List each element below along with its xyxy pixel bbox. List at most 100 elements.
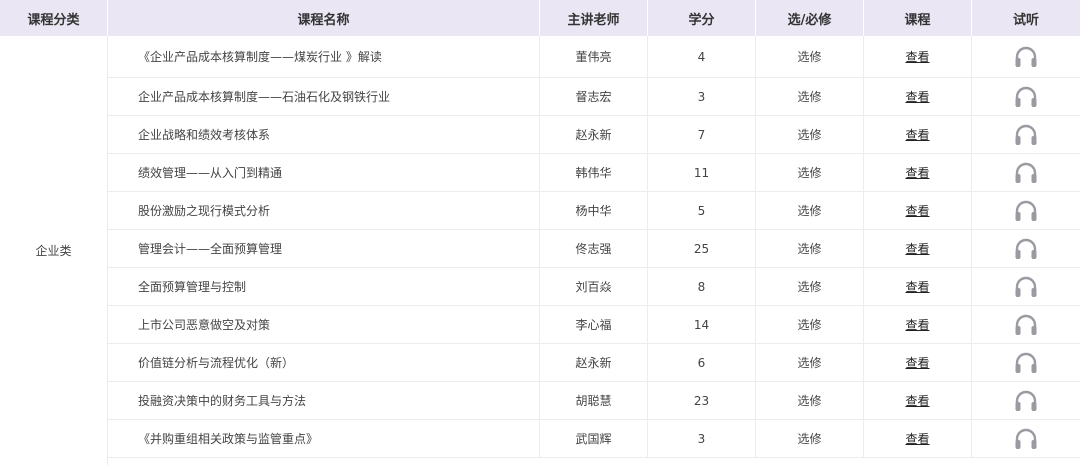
headphones-icon[interactable] (1013, 200, 1039, 222)
course-name: 全面预算管理与控制 (108, 268, 540, 305)
course-type: 选修 (756, 268, 864, 305)
view-cell: 查看 (864, 78, 972, 115)
table-row: 企业产品成本核算制度——石油石化及钢铁行业 督志宏 3 选修 查看 (108, 78, 1080, 116)
teacher-name: 李心福 (540, 306, 648, 343)
teacher-name: 赵永新 (540, 344, 648, 381)
course-name: 绩效管理——从入门到精通 (108, 154, 540, 191)
course-type: 选修 (756, 192, 864, 229)
view-link[interactable]: 查看 (905, 316, 929, 333)
table-row: 《并购重组相关政策与监管重点》 武国辉 3 选修 查看 (108, 420, 1080, 458)
listen-cell (972, 78, 1080, 115)
credit-value: 11 (648, 154, 756, 191)
table-row: 价值链分析与流程优化（新） 赵永新 6 选修 查看 (108, 344, 1080, 382)
headphones-icon[interactable] (1013, 86, 1039, 108)
course-type: 选修 (756, 344, 864, 381)
credit-value: 23 (648, 382, 756, 419)
credit-value: 6 (648, 344, 756, 381)
view-link[interactable]: 查看 (905, 430, 929, 447)
course-type: 选修 (756, 78, 864, 115)
teacher-name: 督志宏 (540, 78, 648, 115)
table-body: 企业类 《企业产品成本核算制度——煤炭行业 》解读 董伟亮 4 选修 查看 企业… (0, 36, 1080, 465)
view-link[interactable]: 查看 (905, 392, 929, 409)
teacher-name: 武国辉 (540, 420, 648, 457)
view-link[interactable]: 查看 (905, 88, 929, 105)
listen-cell (972, 154, 1080, 191)
credit-value: 7 (648, 116, 756, 153)
header-category: 课程分类 (0, 0, 108, 36)
course-type: 选修 (756, 154, 864, 191)
table-header: 课程分类 课程名称 主讲老师 学分 选/必修 课程 试听 (0, 0, 1080, 36)
header-course-name: 课程名称 (108, 0, 540, 36)
view-link[interactable]: 查看 (905, 48, 929, 65)
teacher-name: 赵永新 (540, 116, 648, 153)
course-type: 选修 (756, 116, 864, 153)
table-row: 《企业产品成本核算制度——煤炭行业 》解读 董伟亮 4 选修 查看 (108, 36, 1080, 78)
view-cell: 查看 (864, 344, 972, 381)
credit-value: 14 (648, 306, 756, 343)
view-cell: 查看 (864, 306, 972, 343)
header-credit: 学分 (648, 0, 756, 36)
course-type: 选修 (756, 382, 864, 419)
listen-cell (972, 230, 1080, 267)
teacher-name: 胡聪慧 (540, 382, 648, 419)
teacher-name: 刘百焱 (540, 268, 648, 305)
view-link[interactable]: 查看 (905, 354, 929, 371)
credit-value: 8 (648, 268, 756, 305)
headphones-icon[interactable] (1013, 162, 1039, 184)
header-listen: 试听 (1012, 12, 1039, 28)
view-link[interactable]: 查看 (905, 278, 929, 295)
course-name: 股份激励之现行模式分析 (108, 192, 540, 229)
headphones-icon[interactable] (1013, 352, 1039, 374)
table-row: 投融资决策中的财务工具与方法 胡聪慧 23 选修 查看 (108, 382, 1080, 420)
view-link[interactable]: 查看 (905, 164, 929, 181)
course-type: 选修 (756, 36, 864, 77)
headphones-icon[interactable] (1013, 390, 1039, 412)
headphones-icon[interactable] (1013, 238, 1039, 260)
header-teacher: 主讲老师 (540, 0, 648, 36)
credit-value: 3 (648, 420, 756, 457)
table-row: 企业战略和绩效考核体系 赵永新 7 选修 查看 (108, 116, 1080, 154)
listen-cell (972, 420, 1080, 457)
course-name: 价值链分析与流程优化（新） (108, 344, 540, 381)
listen-cell (972, 306, 1080, 343)
listen-cell (972, 192, 1080, 229)
view-cell: 查看 (864, 192, 972, 229)
headphones-icon[interactable] (1013, 46, 1039, 68)
listen-cell (972, 382, 1080, 419)
credit-value: 4 (648, 36, 756, 77)
view-cell: 查看 (864, 116, 972, 153)
table-row: 绩效管理——从入门到精通 韩伟华 11 选修 查看 (108, 154, 1080, 192)
teacher-name: 韩伟华 (540, 154, 648, 191)
course-type: 选修 (756, 420, 864, 457)
course-name: 企业战略和绩效考核体系 (108, 116, 540, 153)
course-name: 投融资决策中的财务工具与方法 (108, 382, 540, 419)
course-name: 管理会计——全面预算管理 (108, 230, 540, 267)
table-row: 上市公司恶意做空及对策 李心福 14 选修 查看 (108, 306, 1080, 344)
teacher-name: 董伟亮 (540, 36, 648, 77)
view-cell: 查看 (864, 420, 972, 457)
course-type: 选修 (756, 306, 864, 343)
table-rows: 《企业产品成本核算制度——煤炭行业 》解读 董伟亮 4 选修 查看 企业产品成本… (108, 36, 1080, 465)
table-row: 全面预算管理与控制 刘百焱 8 选修 查看 (108, 268, 1080, 306)
course-name: 企业产品成本核算制度——石油石化及钢铁行业 (108, 78, 540, 115)
table-row: 股份激励之现行模式分析 杨中华 5 选修 查看 (108, 192, 1080, 230)
headphones-icon[interactable] (1013, 428, 1039, 450)
headphones-icon[interactable] (1013, 276, 1039, 298)
view-link[interactable]: 查看 (905, 202, 929, 219)
teacher-name: 佟志强 (540, 230, 648, 267)
headphones-icon[interactable] (1013, 124, 1039, 146)
view-link[interactable]: 查看 (905, 126, 929, 143)
listen-cell (972, 116, 1080, 153)
course-table: 课程分类 课程名称 主讲老师 学分 选/必修 课程 试听 企业类 《企业产品成本… (0, 0, 1080, 465)
header-type: 选/必修 (756, 0, 864, 36)
view-link[interactable]: 查看 (905, 240, 929, 257)
header-course: 课程 (864, 0, 972, 36)
credit-value: 5 (648, 192, 756, 229)
view-cell: 查看 (864, 382, 972, 419)
course-name: 上市公司恶意做空及对策 (108, 306, 540, 343)
table-row: 管理会计——全面预算管理 佟志强 25 选修 查看 (108, 230, 1080, 268)
credit-value: 3 (648, 78, 756, 115)
headphones-icon[interactable] (1013, 314, 1039, 336)
course-type: 选修 (756, 230, 864, 267)
view-cell: 查看 (864, 36, 972, 77)
